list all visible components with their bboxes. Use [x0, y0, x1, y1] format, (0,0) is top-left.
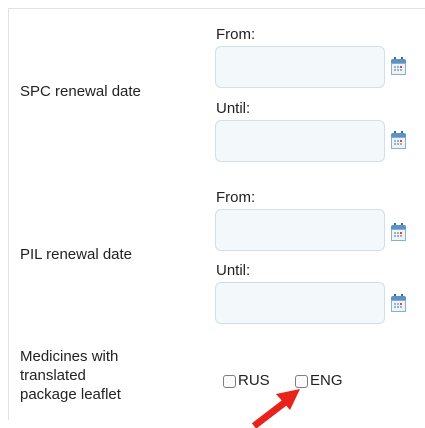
pil-until-label: Until: — [216, 262, 251, 279]
red-arrow-annotation — [252, 389, 300, 428]
rus-checkbox[interactable] — [223, 375, 236, 388]
spc-until-label: Until: — [216, 100, 251, 117]
eng-checkbox-label[interactable]: ENG — [310, 372, 343, 389]
medicines-label-line-2: translated — [20, 367, 86, 384]
eng-checkbox[interactable] — [295, 375, 308, 388]
pil-renewal-date-label: PIL renewal date — [20, 246, 133, 263]
calendar-icon[interactable] — [391, 294, 406, 312]
spc-until-date-input[interactable] — [215, 120, 385, 162]
calendar-icon[interactable] — [391, 131, 406, 149]
rus-checkbox-label[interactable]: RUS — [238, 372, 270, 389]
pil-until-date-input[interactable] — [215, 282, 385, 324]
spc-from-label: From: — [216, 26, 256, 43]
calendar-icon[interactable] — [391, 223, 406, 241]
calendar-icon[interactable] — [391, 57, 406, 75]
medicines-label-line-1: Medicines with — [20, 348, 119, 365]
pil-from-date-input[interactable] — [215, 209, 385, 251]
spc-from-date-input[interactable] — [215, 46, 385, 88]
pil-from-label: From: — [216, 189, 256, 206]
medicines-label-line-3: package leaflet — [20, 386, 121, 403]
spc-renewal-date-label: SPC renewal date — [20, 83, 141, 100]
